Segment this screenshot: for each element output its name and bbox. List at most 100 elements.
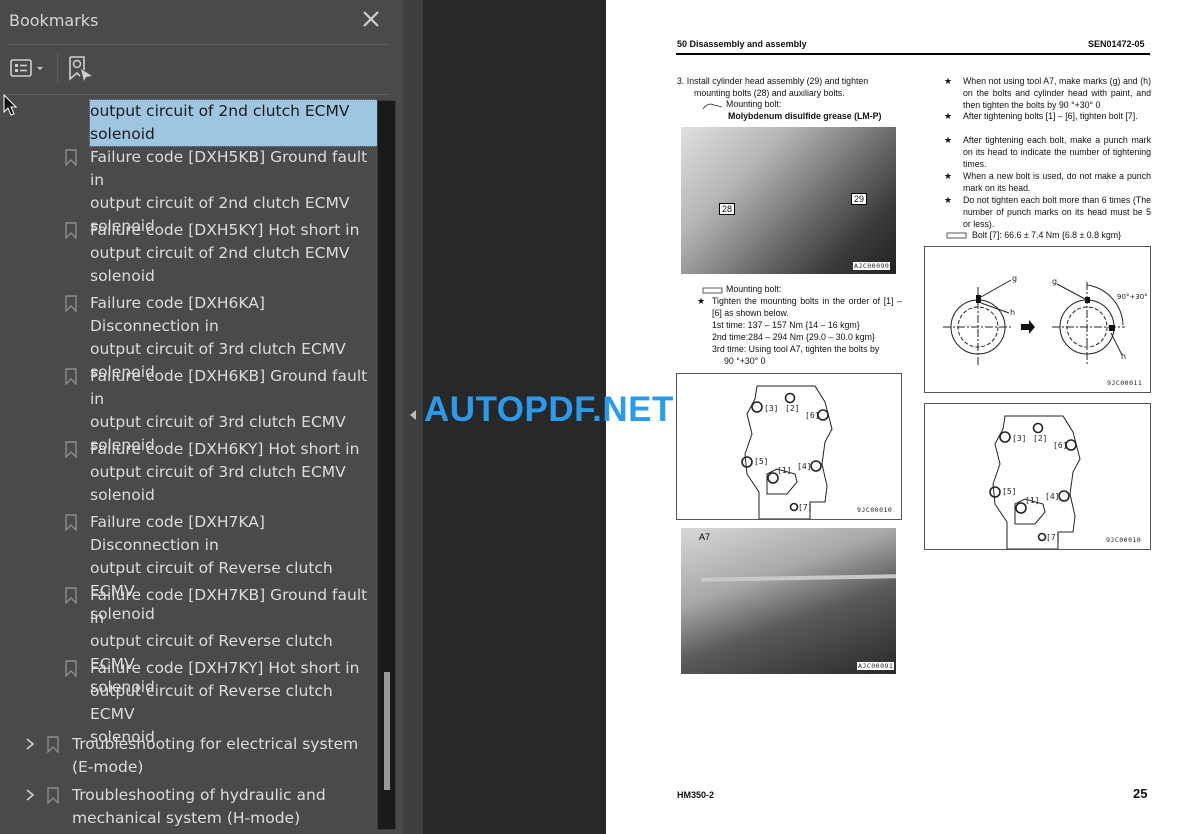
bookmark-icon: [65, 660, 77, 677]
torque-label: Mounting bolt:: [726, 284, 782, 294]
diagram-caption: 9JC00010: [857, 506, 893, 514]
chevron-right-icon[interactable]: [25, 737, 35, 751]
svg-text:[2]: [2]: [785, 404, 799, 413]
torque-wrench-icon: [702, 287, 723, 294]
bookmark-item[interactable]: Troubleshooting of hydraulic and mechani…: [0, 784, 377, 830]
bookmark-item[interactable]: output circuit of 2nd clutch ECMV soleno…: [0, 97, 377, 147]
torque-angle: 90 °+30° 0: [724, 356, 766, 366]
bookmark-icon: [47, 736, 59, 753]
label-angle: 90°+30°: [1117, 293, 1148, 301]
watermark: AUTOPDF.NET: [424, 390, 674, 429]
separator: [8, 94, 388, 95]
list-options-icon: [10, 59, 43, 77]
options-dropdown-button[interactable]: [9, 57, 49, 81]
bookmark-icon: [65, 368, 77, 385]
label-g: g: [1012, 274, 1017, 283]
grease-label: Mounting bolt:: [726, 99, 782, 109]
bookmark-find-icon: [69, 56, 92, 81]
pdf-page: 50 Disassembly and assembly SEN01472-05 …: [606, 0, 1200, 834]
bookmark-icon: [65, 587, 77, 604]
star-icon: ★: [944, 111, 952, 121]
svg-text:[6]: [6]: [1053, 441, 1067, 450]
bookmark-item[interactable]: Failure code [DXH6KA] Disconnection in o…: [0, 292, 377, 381]
toolbar-separator: [57, 52, 58, 84]
note-text: When not using tool A7, make marks (g) a…: [963, 76, 1151, 110]
mouse-cursor-icon: [3, 94, 18, 116]
svg-text:[6]: [6]: [805, 411, 819, 420]
bookmark-label: Failure code [DXH6KY] Hot short in outpu…: [90, 440, 360, 504]
bolt-order-drawing: [3] [2] [6] [5] [4] [1] [7]: [741, 385, 833, 520]
svg-text:[4]: [4]: [797, 462, 811, 471]
bookmark-icon: [65, 441, 77, 458]
bookmark-icon: [65, 222, 77, 239]
bolt-order-drawing: [3] [2] [6] [5] [4] [1] [7]: [989, 415, 1081, 550]
bookmark-item[interactable]: Troubleshooting for electrical system (E…: [0, 733, 377, 779]
tightening-marks-diagram: g h g h 90°+30° 9JC00011: [924, 246, 1151, 393]
photo-caption: AJC00091: [857, 662, 895, 670]
photo-caption: AJC00090: [853, 262, 891, 270]
bookmark-item[interactable]: Failure code [DXH7KA] Disconnection in o…: [0, 511, 377, 623]
bookmark-label: Troubleshooting of hydraulic and mechani…: [72, 786, 326, 827]
torque-second: 2nd time:284 – 294 Nm {29.0 – 30.0 kgm}: [712, 332, 875, 342]
bookmark-tree: output circuit of 2nd clutch ECMV soleno…: [0, 97, 377, 834]
note-text: When a new bolt is used, do not make a p…: [963, 171, 1151, 193]
bolt-order-diagram: [3] [2] [6] [5] [4] [1] [7] 9JC00010: [676, 373, 902, 520]
note-text: After tightening bolts [1] – [6], tighte…: [963, 111, 1138, 121]
svg-text:[1]: [1]: [777, 466, 791, 475]
scrollbar-thumb[interactable]: [384, 672, 390, 790]
svg-text:[7]: [7]: [798, 503, 812, 512]
callout-28: 28: [719, 203, 736, 215]
wrench-bar: [700, 574, 897, 582]
bookmark-icon: [65, 295, 77, 312]
svg-text:[7]: [7]: [1046, 533, 1060, 542]
svg-text:[2]: [2]: [1033, 434, 1047, 443]
callout-29: 29: [851, 193, 868, 205]
page-header-section: 50 Disassembly and assembly: [677, 39, 807, 49]
note-text: Do not tighten each bolt more than 6 tim…: [963, 195, 1151, 229]
grease-name: Molybdenum disulfide grease (LM-P): [728, 111, 882, 121]
bookmark-label: output circuit of 2nd clutch ECMV soleno…: [89, 99, 377, 147]
bookmark-item[interactable]: Failure code [DXH5KB] Ground fault in ou…: [0, 146, 377, 235]
bookmarks-panel: Bookmarks output circuit of 2nd clutch E…: [0, 0, 403, 834]
bookmark-icon: [65, 514, 77, 531]
separator: [8, 44, 388, 45]
note-text: After tightening each bolt, make a punch…: [963, 135, 1151, 169]
diagram-caption: 9JC00010: [1106, 536, 1142, 544]
torque-third: 3rd time: Using tool A7, tighten the bol…: [712, 344, 880, 354]
photo-tool-a7: A7 AJC00091: [681, 528, 897, 674]
star-icon: ★: [944, 171, 952, 181]
bookmark-item[interactable]: Failure code [DXH6KY] Hot short in outpu…: [0, 438, 377, 507]
diagram-caption: 9JC00011: [1107, 379, 1143, 387]
torque-note: Tighten the mounting bolts in the order …: [712, 296, 902, 318]
bookmark-item[interactable]: Failure code [DXH5KY] Hot short in outpu…: [0, 219, 377, 288]
step3-line1: 3. Install cylinder head assembly (29) a…: [677, 76, 869, 86]
bookmark-item[interactable]: Failure code [DXH6KB] Ground fault in ou…: [0, 365, 377, 454]
panel-title: Bookmarks: [9, 11, 99, 30]
star-icon: ★: [944, 195, 952, 205]
star-icon: ★: [944, 76, 952, 86]
svg-text:[1]: [1]: [1025, 496, 1039, 505]
chevron-right-icon[interactable]: [25, 788, 35, 802]
bookmark-item[interactable]: Failure code [DXH7KY] Hot short in outpu…: [0, 657, 377, 746]
collapse-panel-arrow-icon[interactable]: [410, 410, 416, 420]
bookmark-label: Failure code [DXH5KY] Hot short in outpu…: [90, 221, 360, 285]
page-header-docnum: SEN01472-05: [1088, 39, 1145, 49]
star-icon: ★: [944, 135, 952, 145]
find-bookmark-button[interactable]: [67, 54, 95, 84]
callout-a7: A7: [699, 532, 711, 542]
header-rule: [676, 53, 1150, 55]
svg-text:[3]: [3]: [764, 404, 778, 413]
label-h2: h: [1121, 352, 1126, 361]
svg-text:[5]: [5]: [1002, 487, 1016, 496]
page-number: 25: [1133, 786, 1148, 801]
bookmark-icon: [47, 787, 59, 804]
close-icon[interactable]: [360, 8, 382, 30]
label-h: h: [1010, 308, 1015, 317]
bookmark-icon: [65, 149, 77, 166]
bookmark-item[interactable]: Failure code [DXH7KB] Ground fault in ou…: [0, 584, 377, 696]
grease-icon: [702, 103, 723, 110]
bookmark-label: Troubleshooting for electrical system (E…: [72, 735, 359, 776]
bolt7-torque: Bolt [7]: 66.6 ± 7.4 Nm {6.8 ± 0.8 kgm}: [972, 230, 1122, 240]
svg-text:[5]: [5]: [754, 457, 768, 466]
torque-first: 1st time: 137 – 157 Nm {14 – 16 kgm}: [712, 320, 860, 330]
